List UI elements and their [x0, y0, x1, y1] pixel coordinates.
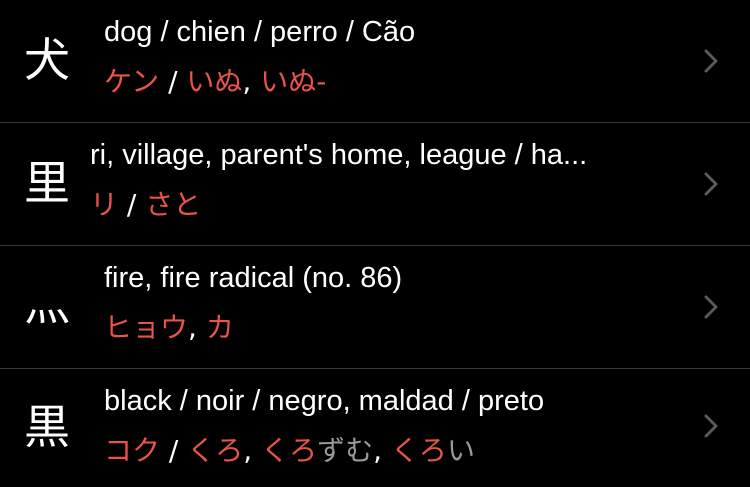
kanji-character: 黒: [24, 400, 70, 454]
reading-text: ケン: [104, 65, 160, 98]
reading-text: いぬ-: [260, 65, 327, 98]
chevron-right-icon: [704, 172, 718, 196]
reading-text: くろ: [187, 434, 244, 467]
chevron-right-icon: [704, 49, 718, 73]
reading-separator: ,: [243, 434, 262, 467]
kanji-character: 灬: [24, 277, 70, 331]
kanji-meaning: dog / chien / perro / Cão: [104, 16, 416, 48]
reading-text: さと: [145, 188, 202, 221]
chevron-right-icon: [704, 414, 718, 438]
kanji-readings: ヒョウ, カ: [104, 308, 234, 348]
kanji-row[interactable]: 犬 dog / chien / perro / Cão ケン / いぬ, いぬ-: [0, 0, 750, 122]
reading-text: リ: [90, 188, 119, 221]
kanji-readings: リ / さと: [90, 185, 201, 225]
chevron-right-icon: [704, 295, 718, 319]
reading-separator: ,: [188, 311, 206, 344]
okurigana-text: ずむ: [317, 434, 374, 467]
reading-text: ヒョウ: [104, 311, 189, 344]
kanji-character: 犬: [24, 33, 70, 87]
kanji-readings: ケン / いぬ, いぬ-: [104, 62, 326, 102]
reading-text: カ: [205, 311, 234, 344]
okurigana-text: い: [446, 434, 475, 467]
reading-separator: /: [159, 65, 187, 98]
kanji-row[interactable]: 黒 black / noir / negro, maldad / preto コ…: [0, 369, 750, 487]
kanji-character: 里: [24, 156, 70, 210]
kanji-row[interactable]: 里 ri, village, parent's home, league / h…: [0, 123, 750, 245]
kanji-meaning: black / noir / negro, maldad / preto: [104, 385, 545, 417]
reading-text: コク: [104, 434, 161, 467]
reading-separator: ,: [242, 65, 261, 98]
reading-text: くろ: [390, 434, 447, 467]
reading-separator: ,: [373, 434, 391, 467]
reading-text: いぬ: [186, 65, 243, 98]
kanji-meaning: fire, fire radical (no. 86): [104, 262, 403, 294]
kanji-list: 犬 dog / chien / perro / Cão ケン / いぬ, いぬ-…: [0, 0, 750, 487]
reading-separator: /: [118, 188, 146, 221]
kanji-meaning: ri, village, parent's home, league / ha.…: [90, 139, 588, 171]
reading-separator: /: [160, 434, 188, 467]
kanji-readings: コク / くろ, くろずむ, くろい: [104, 431, 475, 471]
reading-text: くろ: [261, 434, 318, 467]
kanji-row[interactable]: 灬 fire, fire radical (no. 86) ヒョウ, カ: [0, 246, 750, 368]
